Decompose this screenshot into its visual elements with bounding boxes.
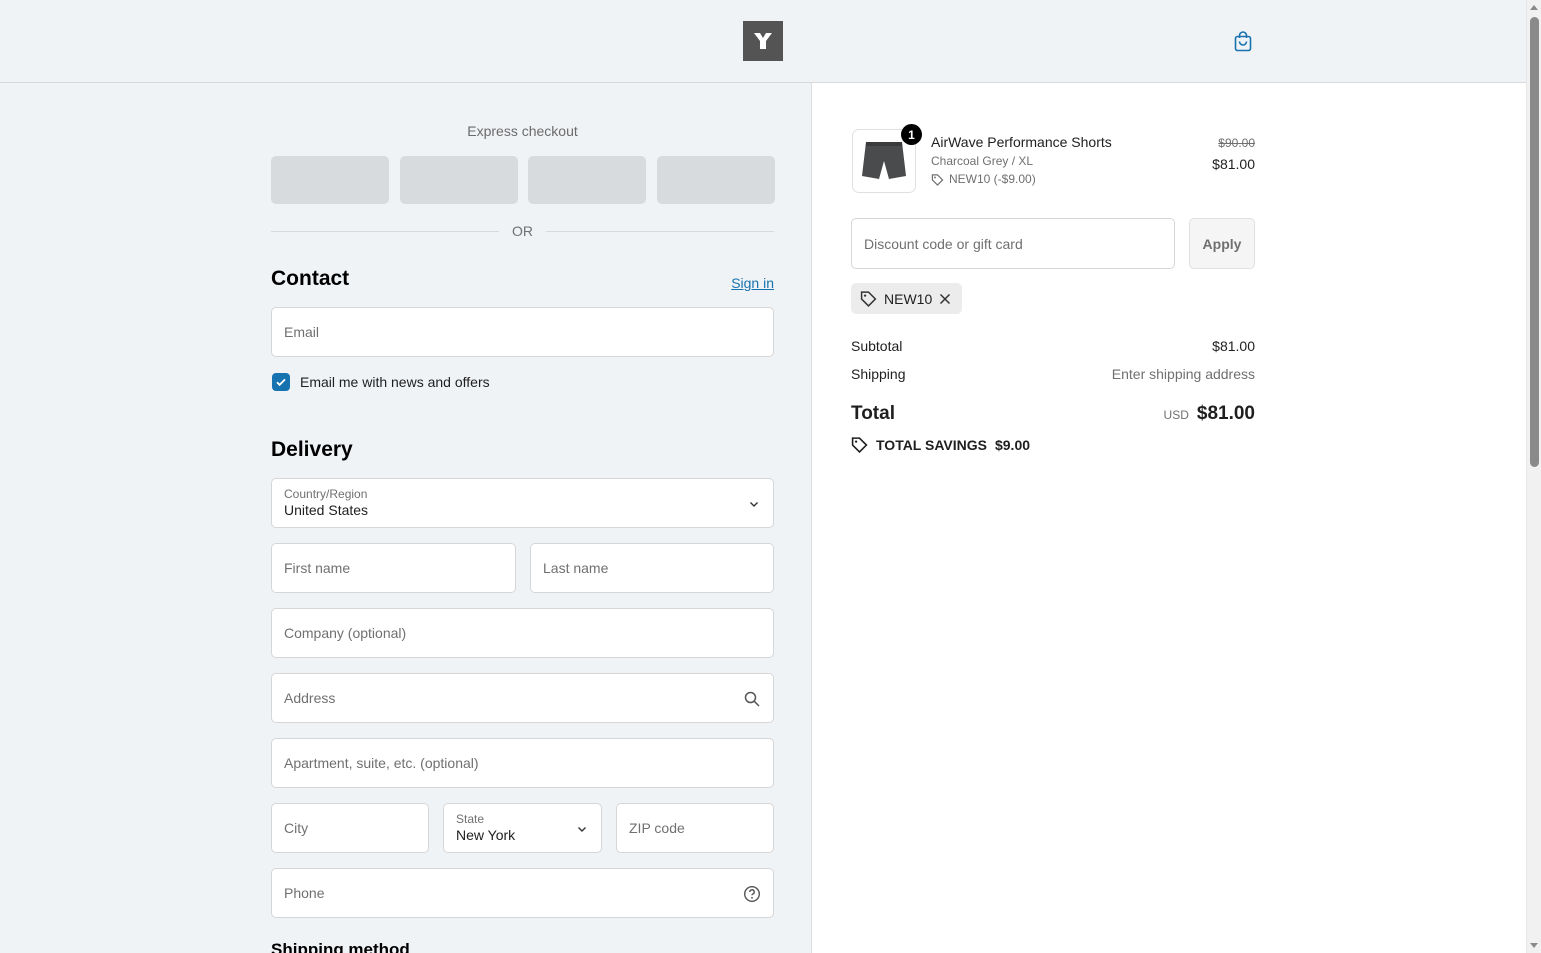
tag-icon — [931, 173, 944, 186]
total-label: Total — [851, 403, 895, 424]
divider — [546, 231, 774, 232]
company-placeholder: Company (optional) — [284, 625, 407, 641]
email-field[interactable]: Email — [271, 307, 774, 357]
phone-field[interactable]: Phone — [271, 868, 774, 918]
company-field[interactable]: Company (optional) — [271, 608, 774, 658]
shipping-method-heading: Shipping method — [271, 940, 410, 953]
subtotal-value: $81.00 — [1212, 338, 1255, 354]
address-field[interactable]: Address — [271, 673, 774, 723]
scrollbar-thumb[interactable] — [1530, 17, 1539, 467]
shorts-image — [862, 142, 906, 179]
express-checkout-title: Express checkout — [467, 123, 578, 139]
total-value: $81.00 — [1196, 403, 1255, 424]
product-name: AirWave Performance Shorts — [931, 134, 1112, 150]
newsletter-checkbox[interactable] — [272, 373, 290, 391]
delivery-heading: Delivery — [271, 438, 353, 461]
quantity-badge: 1 — [901, 124, 922, 145]
discounted-price: $81.00 — [1212, 156, 1255, 172]
apartment-field[interactable]: Apartment, suite, etc. (optional) — [271, 738, 774, 788]
search-icon — [744, 691, 760, 707]
express-pay-button-2[interactable] — [400, 156, 518, 204]
total-savings: TOTAL SAVINGS $9.00 — [851, 436, 1030, 453]
product-discount: NEW10 (-$9.00) — [931, 172, 1036, 186]
shipping-label: Shipping — [851, 366, 906, 382]
state-label: State — [456, 812, 485, 826]
applied-discount-chip: NEW10 — [851, 283, 962, 314]
apply-button[interactable]: Apply — [1189, 218, 1255, 269]
scroll-down-arrow-icon[interactable] — [1530, 943, 1538, 948]
first-name-placeholder: First name — [284, 560, 351, 576]
state-value: New York — [456, 827, 516, 843]
scrollbar[interactable] — [1526, 0, 1541, 953]
header — [0, 0, 1526, 83]
last-name-field[interactable]: Last name — [530, 543, 774, 593]
logo-icon[interactable] — [743, 21, 783, 61]
total-amount: USD $81.00 — [1164, 403, 1255, 425]
product-variant: Charcoal Grey / XL — [931, 154, 1034, 168]
savings-value: $9.00 — [994, 436, 1031, 453]
subtotal-label: Subtotal — [851, 338, 903, 354]
express-pay-button-1[interactable] — [271, 156, 389, 204]
original-price: $90.00 — [1218, 136, 1255, 150]
country-label: Country/Region — [284, 487, 368, 501]
applied-code: NEW10 — [884, 290, 933, 307]
express-pay-button-3[interactable] — [528, 156, 646, 204]
first-name-field[interactable]: First name — [271, 543, 516, 593]
state-select[interactable]: State New York — [443, 803, 602, 853]
apartment-placeholder: Apartment, suite, etc. (optional) — [284, 755, 479, 771]
city-placeholder: City — [284, 820, 309, 836]
phone-placeholder: Phone — [284, 885, 325, 901]
or-divider-text: OR — [512, 223, 533, 239]
help-icon[interactable] — [743, 885, 761, 903]
total-currency: USD — [1163, 408, 1189, 422]
tag-icon — [851, 437, 868, 453]
chevron-down-icon — [750, 502, 758, 507]
close-icon[interactable] — [939, 293, 951, 305]
divider — [271, 231, 499, 232]
country-value: United States — [284, 502, 369, 518]
contact-heading: Contact — [271, 267, 350, 290]
discount-code-input[interactable]: Discount code or gift card — [851, 218, 1175, 269]
address-placeholder: Address — [284, 690, 336, 706]
savings-label: TOTAL SAVINGS — [876, 436, 987, 453]
zip-placeholder: ZIP code — [629, 820, 685, 836]
shopping-bag-icon[interactable] — [1231, 29, 1255, 53]
express-pay-button-4[interactable] — [657, 156, 775, 204]
newsletter-label: Email me with news and offers — [300, 374, 490, 390]
discount-placeholder: Discount code or gift card — [864, 235, 1023, 252]
zip-field[interactable]: ZIP code — [616, 803, 774, 853]
order-summary-panel — [813, 83, 1526, 953]
tag-icon — [860, 291, 877, 307]
country-select[interactable]: Country/Region United States — [271, 478, 774, 528]
checkmark-icon — [276, 378, 286, 387]
city-field[interactable]: City — [271, 803, 429, 853]
scroll-up-arrow-icon[interactable] — [1530, 5, 1538, 10]
email-placeholder: Email — [284, 324, 320, 340]
shipping-value: Enter shipping address — [1111, 366, 1255, 382]
chevron-down-icon — [578, 827, 586, 832]
product-discount-text: NEW10 (-$9.00) — [949, 172, 1036, 186]
sign-in-link[interactable]: Sign in — [731, 275, 774, 291]
last-name-placeholder: Last name — [543, 560, 609, 576]
